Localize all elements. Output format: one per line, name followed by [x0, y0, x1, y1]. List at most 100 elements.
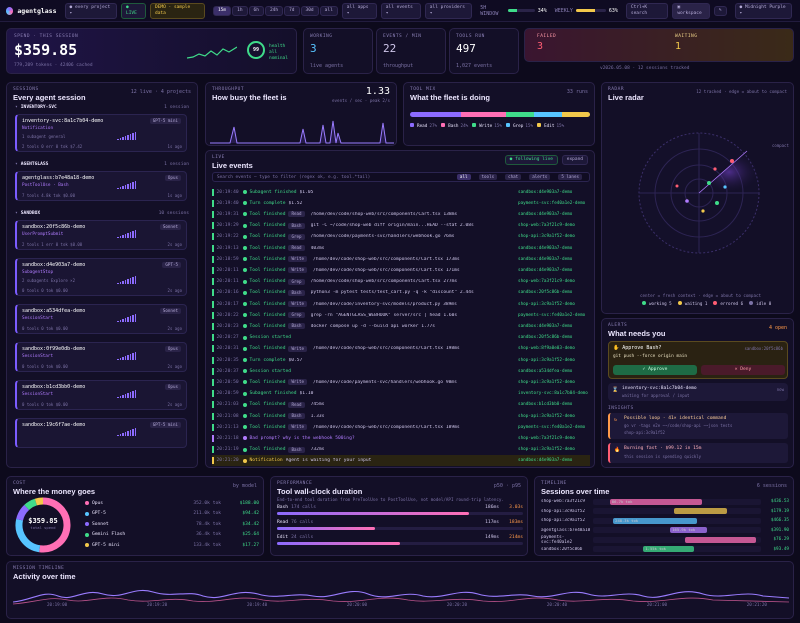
- event-filter-tab[interactable]: chat: [505, 174, 522, 180]
- throughput-cap: THROUGHPUT: [212, 87, 245, 92]
- event-filter-tab[interactable]: tools: [478, 174, 498, 180]
- search-button[interactable]: Ctrl+K search: [625, 2, 669, 19]
- session-card[interactable]: sandbox:d4e903a7-demo SubagentStop GPT-5 2 …: [15, 258, 187, 296]
- expand-button[interactable]: expand: [561, 155, 588, 165]
- event-time: 20:20:59: [216, 391, 239, 397]
- timeline-row[interactable]: shop-web:7a3f21c9 86.7k tok $436.53: [541, 497, 789, 507]
- theme-select[interactable]: ● Midnight Purple ▾: [734, 2, 793, 19]
- event-session: sandbox:d4e903a7-demo: [518, 256, 573, 262]
- timeline-row[interactable]: shop-api:3c9a1f52 $179.19: [541, 507, 789, 517]
- range-tab[interactable]: 15m: [212, 5, 232, 16]
- session-name: sandbox:d4e903a7-demo: [22, 262, 86, 268]
- waiting-item[interactable]: ⌛ inventory-svc:8a1c7b04-demo waiting fo…: [608, 383, 788, 401]
- following-toggle[interactable]: ● following live: [504, 155, 558, 165]
- timeline-row[interactable]: shop-api:3c9a1f52 248.3k tok $466.35: [541, 516, 789, 526]
- event-row[interactable]: 20:19:40 Turn complete $1.52 payments-svc:f…: [212, 197, 590, 209]
- range-tab[interactable]: 7d: [284, 5, 300, 16]
- providers-filter[interactable]: all providers ▾: [424, 2, 473, 19]
- activity-bar: [127, 135, 129, 140]
- workspace-button[interactable]: ▣ workspace: [672, 2, 710, 19]
- event-filter-tab[interactable]: alerts: [529, 174, 551, 180]
- event-time: 20:20:35: [216, 357, 239, 363]
- event-row[interactable]: 20:20:59 Subagent finished $1.10 inventory-…: [212, 388, 590, 400]
- timeline-row[interactable]: sandbox:20f5c86b 1.55k tok $93.49: [541, 545, 789, 555]
- event-marker: [212, 300, 214, 308]
- event-row[interactable]: 20:20:11 Tool finished Write/home/dev/code…: [212, 264, 590, 276]
- range-tab[interactable]: 30d: [300, 5, 319, 16]
- session-card[interactable]: sandbox:19c6f7ae-demo GPT-5 mini: [15, 418, 187, 448]
- loop-insight[interactable]: ↻ Possible loop · 41× identical command …: [608, 413, 788, 439]
- event-kind: Session started: [249, 335, 292, 341]
- event-marker: [212, 244, 214, 252]
- event-row[interactable]: 20:20:50 Tool finished Write/home/dev/code…: [212, 376, 590, 388]
- event-filter-tab[interactable]: all: [456, 174, 471, 180]
- event-filter-tab[interactable]: 5 lanes: [558, 174, 582, 180]
- session-group-header[interactable]: ▾ INVENTORY-SVC 1 session: [15, 105, 189, 110]
- event-row[interactable]: 20:21:20 Notification Agent is waiting for…: [212, 454, 590, 466]
- model-cost: $188.00: [239, 500, 259, 506]
- event-row[interactable]: 20:21:08 Tool finished Bash 1.33s shop-api:3…: [212, 410, 590, 422]
- event-row[interactable]: 20:20:27 Session started sandbox:20f5c86b-…: [212, 332, 590, 344]
- toolmix-segment: [505, 112, 534, 117]
- event-row[interactable]: 20:20:17 Tool finished Write/home/dev/code…: [212, 298, 590, 310]
- following-label: following live: [515, 157, 553, 162]
- event-row[interactable]: 20:19:13 Tool finished Read 403ms sandbox:d4…: [212, 242, 590, 254]
- burn-insight[interactable]: 🔥 Burning fast · $99.12 in 15m this sess…: [608, 443, 788, 463]
- event-row[interactable]: 20:21:13 Tool finished Write/home/dev/code…: [212, 421, 590, 433]
- session-stats: 2 tools 1 err 0 tok $0.00: [22, 242, 83, 247]
- event-row[interactable]: 20:20:11 Tool finished Grep/home/dev/code/…: [212, 276, 590, 288]
- event-marker: [212, 222, 214, 230]
- event-row[interactable]: 20:20:22 Tool finished Grep grep -rn "AGENT…: [212, 309, 590, 321]
- event-marker: [212, 322, 214, 330]
- perf-bar: [277, 512, 523, 515]
- event-row[interactable]: 20:19:29 Tool finished Bash git -C ~/code/s…: [212, 220, 590, 232]
- session-card[interactable]: agentglass:b7e48a18-demo PostToolUse · Ba…: [15, 171, 187, 201]
- status-dot: [242, 335, 247, 340]
- event-session: sandbox:d4e903a7-demo: [518, 267, 573, 273]
- event-row[interactable]: 20:19:40 Subagent finished $1.05 sandbox:d4…: [212, 186, 590, 198]
- event-row[interactable]: 20:19:22 Tool finished Grep/home/dev/code/…: [212, 231, 590, 243]
- session-card[interactable]: sandbox:0f99e0db-demo SessionStart Opus 0 t…: [15, 342, 187, 372]
- event-row[interactable]: 20:21:19 Tool finished Bash 732ms shop-api:3…: [212, 444, 590, 456]
- event-detail: $1.52: [288, 200, 303, 206]
- events-filter[interactable]: all events ▾: [380, 2, 421, 19]
- timeline-panel: TIMELINE Sessions over time 6 sessions s…: [534, 476, 794, 556]
- session-card[interactable]: sandbox:a534dfea-demo SessionStart Sonnet 0…: [15, 304, 187, 334]
- event-detail: 745ms: [310, 402, 325, 408]
- event-row[interactable]: 20:18:59 Tool finished Write/home/dev/code…: [212, 253, 590, 265]
- session-group-header[interactable]: ▾ SANDBOX 10 sessions: [15, 211, 189, 216]
- range-tab[interactable]: 6h: [248, 5, 264, 16]
- event-row[interactable]: 20:20:35 Turn complete $0.57 shop-api:3c9a1…: [212, 354, 590, 366]
- session-group-header[interactable]: ▾ AGENTGLASS 1 session: [15, 162, 189, 167]
- timeline-row[interactable]: agentglass:b7e48a18 165.9k tok $391.90: [541, 526, 789, 536]
- event-row[interactable]: 20:20:16 Tool finished Bash python3 -m pyte…: [212, 287, 590, 299]
- event-row[interactable]: 20:20:31 Tool finished Write/home/dev/code…: [212, 343, 590, 355]
- event-row[interactable]: 20:21:03 Tool finished Read 745ms sandbox:b1…: [212, 399, 590, 411]
- event-row[interactable]: 20:19:31 Tool finished Read/home/dev/code/…: [212, 208, 590, 220]
- timeline-row[interactable]: payments-svc:fe40a1e2 $76.29: [541, 535, 789, 545]
- event-tool: Grep: [288, 233, 305, 240]
- legend-name: Grep: [512, 124, 524, 129]
- event-row[interactable]: 20:21:18 Bad prompt? why is the webhook 5…: [212, 432, 590, 444]
- radar-legend-label: waiting 1: [684, 301, 708, 306]
- approve-button[interactable]: ✓ Approve: [613, 365, 697, 375]
- session-card[interactable]: sandbox:20f5c86b-demo UserPromptSubmit Son…: [15, 220, 187, 250]
- event-row[interactable]: 20:20:23 Tool finished Bash docker compose …: [212, 320, 590, 332]
- settings-icon[interactable]: ✎: [713, 5, 727, 16]
- event-row[interactable]: 20:20:37 Session started sandbox:a534dfea-…: [212, 365, 590, 377]
- range-tab[interactable]: 1h: [232, 5, 248, 16]
- apps-filter[interactable]: all apps ▾: [341, 2, 377, 19]
- event-detail: 1.33s: [310, 413, 325, 419]
- perf-row: Edit 24 calls 149ms 214ms: [277, 535, 523, 550]
- range-tab[interactable]: all: [319, 5, 338, 16]
- activity-bar: [124, 234, 126, 238]
- session-card[interactable]: inventory-svc:8a1c7b04-demo Notification G…: [15, 114, 187, 152]
- perf-calls: 174 calls: [291, 505, 316, 510]
- deny-button[interactable]: ✕ Deny: [701, 365, 785, 375]
- session-card[interactable]: sandbox:b1cd3bb0-demo SessionStart Opus 0 t…: [15, 380, 187, 410]
- events-search[interactable]: Search events — type to filter (regex ok…: [212, 172, 590, 182]
- project-select[interactable]: ● every project ▾: [64, 2, 117, 19]
- radar-legend-item: waiting 1: [677, 301, 708, 306]
- legend-dot: [472, 123, 477, 127]
- range-tab[interactable]: 24h: [264, 5, 284, 16]
